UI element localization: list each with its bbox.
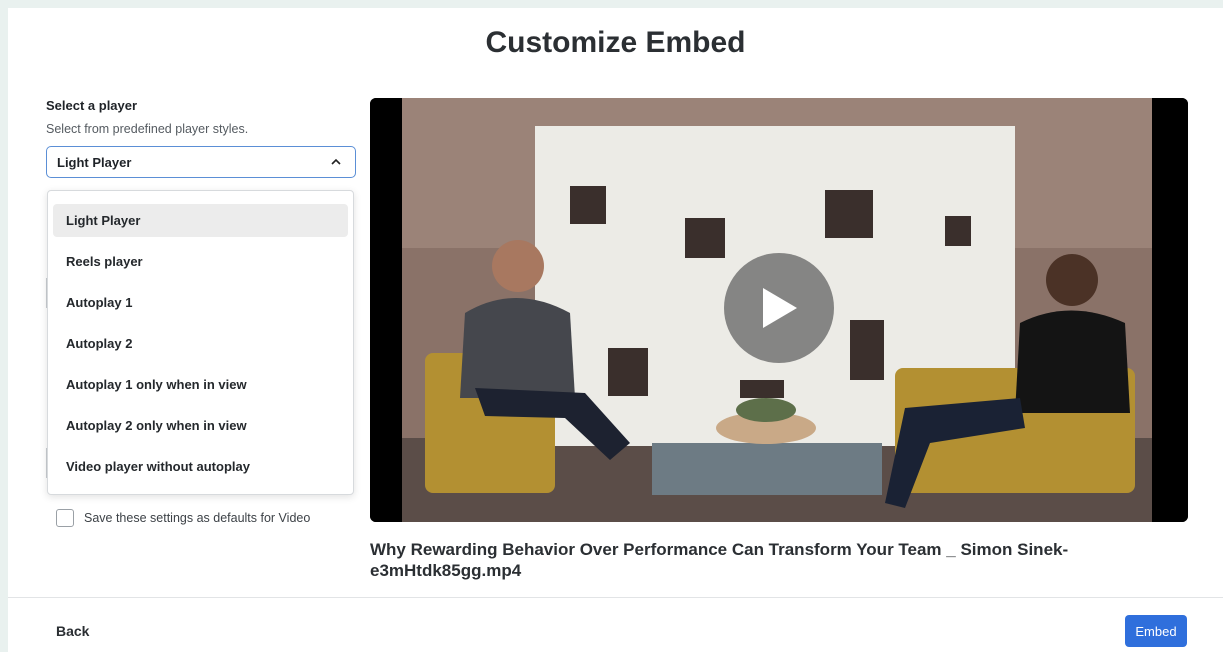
dropdown-option[interactable]: Video player without autoplay — [53, 450, 348, 483]
save-defaults-row[interactable]: Save these settings as defaults for Vide… — [46, 509, 310, 527]
dialog-title: Customize Embed — [485, 26, 746, 59]
dropdown-option[interactable]: Autoplay 2 — [53, 327, 348, 360]
dropdown-option[interactable]: Autoplay 1 — [53, 286, 348, 319]
video-preview[interactable] — [370, 98, 1188, 522]
save-defaults-checkbox[interactable] — [56, 509, 74, 527]
player-dropdown-menu: Light Player Reels player Autoplay 1 Aut… — [47, 190, 354, 495]
player-select-value: Light Player — [57, 154, 132, 170]
chevron-up-icon — [331, 157, 341, 168]
select-player-label: Select a player — [46, 98, 138, 113]
save-defaults-label: Save these settings as defaults for Vide… — [84, 511, 311, 525]
select-player-help: Select from predefined player styles. — [46, 122, 249, 136]
back-button[interactable]: Back — [56, 623, 89, 639]
video-filename: Why Rewarding Behavior Over Performance … — [370, 540, 1069, 580]
player-settings-panel: Select a player Select from predefined p… — [46, 98, 356, 178]
dropdown-option[interactable]: Autoplay 1 only when in view — [53, 368, 348, 401]
dropdown-option[interactable]: Autoplay 2 only when in view — [53, 409, 348, 442]
dropdown-option[interactable]: Light Player — [53, 204, 348, 237]
play-icon — [763, 288, 797, 328]
embed-button[interactable]: Embed — [1125, 615, 1187, 647]
player-select[interactable]: Light Player — [46, 146, 356, 178]
dropdown-option[interactable]: Reels player — [53, 245, 348, 278]
play-button[interactable] — [724, 253, 834, 363]
customize-embed-dialog: Customize Embed Select a player Select f… — [8, 8, 1223, 652]
footer-divider — [8, 597, 1223, 598]
